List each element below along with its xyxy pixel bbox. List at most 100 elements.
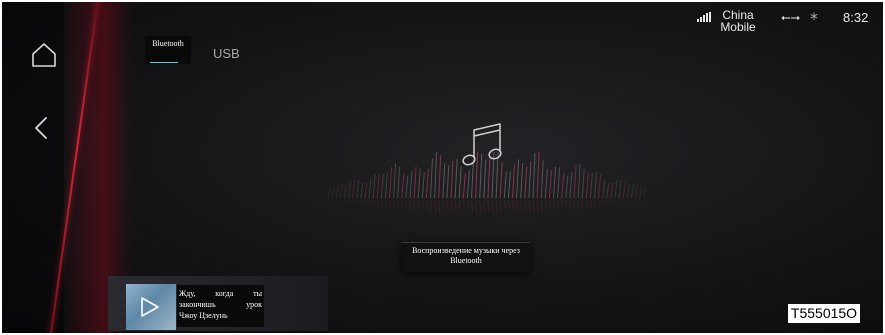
waveform-reflection bbox=[577, 199, 580, 211]
waveform-reflection bbox=[491, 199, 494, 214]
waveform-bar bbox=[536, 152, 540, 199]
waveform-reflection bbox=[442, 199, 445, 211]
waveform-bar bbox=[454, 159, 458, 199]
waveform-bar bbox=[618, 179, 622, 199]
waveform-reflection bbox=[565, 199, 568, 207]
waveform-reflection bbox=[352, 199, 355, 206]
waveform-bar bbox=[331, 186, 335, 199]
waveform-bar bbox=[507, 171, 511, 199]
waveform-reflection bbox=[471, 199, 473, 212]
waveform-reflection bbox=[380, 199, 383, 208]
waveform-bar bbox=[569, 171, 573, 199]
album-cover[interactable] bbox=[126, 284, 176, 330]
waveform-bar bbox=[446, 164, 450, 199]
active-tab-indicator bbox=[150, 62, 178, 63]
waveform-bar bbox=[368, 178, 372, 199]
play-icon[interactable] bbox=[140, 296, 160, 318]
waveform-reflection bbox=[372, 199, 375, 208]
waveform-bar bbox=[520, 163, 524, 199]
waveform-reflection bbox=[557, 199, 560, 210]
track-info[interactable]: Жду, когда ты закончишь урок Чжоу Цзелун… bbox=[177, 285, 264, 327]
waveform-bar bbox=[360, 182, 364, 199]
waveform-reflection bbox=[536, 199, 539, 214]
waveform-bar bbox=[384, 172, 388, 199]
waveform-reflection bbox=[635, 199, 637, 205]
tab-bluetooth[interactable]: Bluetooth bbox=[145, 36, 191, 64]
waveform-reflection bbox=[348, 199, 350, 206]
waveform-bar bbox=[548, 170, 552, 199]
waveform-bar bbox=[528, 161, 532, 199]
waveform-bar bbox=[606, 182, 610, 199]
waveform-bar bbox=[425, 168, 429, 199]
waveform-reflection bbox=[368, 199, 371, 206]
waveform-reflection bbox=[573, 199, 576, 210]
figure-code: T555015O bbox=[788, 304, 860, 323]
waveform-bar bbox=[450, 160, 454, 199]
waveform-bar bbox=[372, 174, 376, 199]
waveform-reflection bbox=[421, 199, 424, 208]
waveform-bar bbox=[544, 169, 548, 199]
home-icon[interactable] bbox=[31, 42, 57, 68]
waveform-reflection bbox=[364, 199, 367, 205]
waveform-reflection bbox=[479, 199, 482, 214]
waveform-reflection bbox=[376, 199, 379, 208]
waveform-reflection bbox=[475, 199, 478, 214]
waveform-reflection bbox=[602, 199, 605, 206]
waveform-reflection bbox=[532, 199, 535, 214]
back-icon[interactable] bbox=[30, 116, 54, 140]
waveform-reflection bbox=[339, 199, 342, 205]
waveform-bar bbox=[380, 174, 384, 199]
waveform-reflection bbox=[356, 199, 359, 206]
waveform-bar bbox=[598, 174, 602, 199]
waveform-reflection bbox=[499, 199, 502, 211]
waveform-reflection bbox=[425, 199, 428, 209]
waveform-bar bbox=[327, 187, 331, 199]
track-artist: Чжоу Цзелунь bbox=[179, 311, 228, 320]
waveform-bar bbox=[417, 168, 421, 199]
waveform-reflection bbox=[360, 199, 363, 205]
waveform-bar bbox=[639, 186, 643, 199]
waveform-reflection bbox=[639, 199, 642, 204]
tab-usb[interactable]: USB bbox=[213, 46, 240, 61]
waveform-reflection bbox=[466, 199, 469, 209]
waveform-reflection bbox=[569, 199, 572, 208]
waveform-bar bbox=[389, 167, 392, 199]
waveform-bar bbox=[577, 163, 581, 199]
waveform-reflection bbox=[512, 199, 514, 211]
bluetooth-playback-hint: Воспроизведение музыки через Bluetooth bbox=[402, 242, 530, 272]
waveform-bar bbox=[438, 155, 442, 199]
waveform-reflection bbox=[495, 199, 498, 214]
waveform-reflection bbox=[487, 199, 490, 213]
waveform-reflection bbox=[516, 199, 519, 212]
waveform-reflection bbox=[434, 199, 437, 214]
waveform-reflection bbox=[483, 199, 486, 212]
track-title: Жду, когда ты закончишь урок bbox=[179, 289, 262, 309]
waveform-bar bbox=[397, 166, 401, 199]
waveform-bar bbox=[405, 175, 409, 199]
waveform-bar bbox=[553, 166, 556, 199]
waveform-reflection bbox=[397, 199, 400, 210]
waveform-reflection bbox=[417, 199, 420, 209]
waveform-reflection bbox=[614, 199, 617, 206]
waveform-bar bbox=[540, 160, 544, 199]
waveform-reflection bbox=[626, 199, 629, 205]
waveform-bar bbox=[348, 181, 351, 199]
waveform-bar bbox=[434, 151, 438, 199]
waveform-bar bbox=[573, 165, 577, 199]
waveform-reflection bbox=[438, 199, 441, 213]
waveform-bar bbox=[602, 179, 606, 199]
waveform-reflection bbox=[343, 199, 346, 205]
waveform-bar bbox=[409, 170, 413, 199]
waveform-reflection bbox=[524, 199, 527, 210]
waveform-bar bbox=[430, 158, 433, 199]
waveform-bar bbox=[643, 187, 647, 199]
waveform-reflection bbox=[327, 199, 330, 204]
waveform-reflection bbox=[585, 199, 588, 208]
waveform-reflection bbox=[405, 199, 408, 207]
waveform-reflection bbox=[462, 199, 465, 208]
waveform-reflection bbox=[413, 199, 416, 210]
waveform-reflection bbox=[581, 199, 584, 209]
waveform-bar bbox=[376, 173, 380, 199]
waveform-reflection bbox=[389, 199, 391, 210]
waveform-bar bbox=[610, 181, 614, 199]
